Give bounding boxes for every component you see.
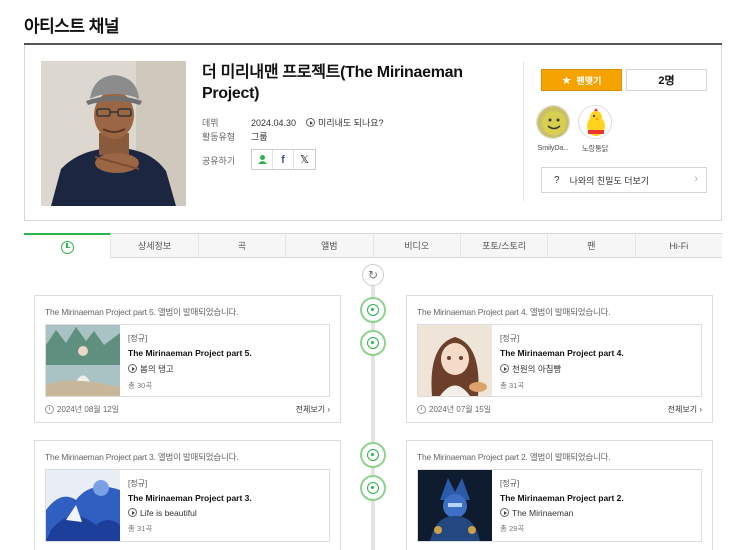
song-play-link[interactable]: Life is beautiful xyxy=(128,508,252,518)
friends-icon[interactable] xyxy=(252,150,273,169)
album-title: The Mirinaeman Project part 3. xyxy=(128,493,252,503)
view-all-link[interactable]: 전체보기 › xyxy=(296,404,330,415)
tab-videos[interactable]: 비디오 xyxy=(374,234,461,257)
card-headline: The Mirinaeman Project part 3. 앨범이 발매되었습… xyxy=(45,452,239,462)
timeline-node-icon xyxy=(360,330,386,356)
clock-icon xyxy=(45,404,54,414)
chicken-icon xyxy=(578,105,612,139)
play-icon xyxy=(500,364,509,373)
artist-name: 더 미리내맨 프로젝트(The Mirinaeman Project) xyxy=(202,64,463,102)
question-icon: ? xyxy=(554,174,560,186)
release-date: 2024년 08월 12일 xyxy=(45,404,119,415)
debut-song-play-link[interactable]: 미리내도 되나요? xyxy=(306,116,384,129)
more-friendship-label: 나와의 친밀도 더보기 xyxy=(569,175,650,186)
song-title: The Mirinaeman xyxy=(512,508,574,518)
song-title: 천원의 아침빵 xyxy=(512,364,562,374)
share-label: 공유하기 xyxy=(202,156,236,166)
clock-icon xyxy=(60,240,74,254)
timeline-card: The Mirinaeman Project part 5. 앨범이 발매되었습… xyxy=(34,295,341,423)
tab-albums[interactable]: 앨범 xyxy=(286,234,374,257)
album-cover xyxy=(46,470,120,541)
album-type: [정규] xyxy=(128,334,148,343)
album-cover xyxy=(418,325,492,396)
artist-profile: 더 미리내맨 프로젝트(The Mirinaeman Project) 데뷔 2… xyxy=(24,43,722,221)
page-title: 아티스트 채널 xyxy=(24,17,120,36)
release-date: 2024년 07월 15일 xyxy=(417,404,491,415)
fan-count: 2명 xyxy=(626,69,707,91)
debut-date: 2024.04.30 xyxy=(251,117,297,128)
timeline-card: The Mirinaeman Project part 2. 앨범이 발매되었습… xyxy=(406,440,713,550)
song-title: Life is beautiful xyxy=(140,508,197,518)
card-headline: The Mirinaeman Project part 2. 앨범이 발매되었습… xyxy=(417,452,611,462)
facebook-icon[interactable]: f xyxy=(273,150,294,169)
tab-fans[interactable]: 팬 xyxy=(548,234,636,257)
timeline-node-icon xyxy=(360,475,386,501)
timeline-card: The Mirinaeman Project part 4. 앨범이 발매되었습… xyxy=(406,295,713,423)
type-row: 활동유형 그룹 xyxy=(202,130,268,143)
album-title: The Mirinaeman Project part 4. xyxy=(500,348,624,358)
album-title: The Mirinaeman Project part 2. xyxy=(500,493,624,503)
chevron-right-icon: › xyxy=(694,173,698,185)
album-title: The Mirinaeman Project part 5. xyxy=(128,348,252,358)
song-play-link[interactable]: 봄의 탱고 xyxy=(128,363,252,375)
album-item[interactable]: [정규] The Mirinaeman Project part 4. 천원의 … xyxy=(417,324,702,397)
more-friendship-button[interactable]: ? 나와의 친밀도 더보기 › xyxy=(541,167,707,193)
timeline-node-icon xyxy=(360,442,386,468)
play-icon xyxy=(128,508,137,517)
album-type: [정규] xyxy=(500,479,520,488)
song-play-link[interactable]: 천원의 아침빵 xyxy=(500,363,624,375)
album-cover xyxy=(46,325,120,396)
badge-name: SmilyDa... xyxy=(537,143,569,152)
album-cover xyxy=(418,470,492,541)
play-icon xyxy=(128,364,137,373)
share-buttons: f 𝕏 xyxy=(251,149,316,170)
type-label: 활동유형 xyxy=(202,132,236,142)
artist-photo xyxy=(41,61,186,206)
card-headline: The Mirinaeman Project part 4. 앨범이 발매되었습… xyxy=(417,307,611,317)
fan-button[interactable]: ★ 팬맺기 xyxy=(541,69,622,91)
tab-photo-story[interactable]: 포토/스토리 xyxy=(461,234,549,257)
album-item[interactable]: [정규] The Mirinaeman Project part 5. 봄의 탱… xyxy=(45,324,330,397)
divider xyxy=(523,61,524,201)
track-count: 총 31곡 xyxy=(500,381,525,390)
badge-name: 노랑통닭 xyxy=(581,144,609,153)
play-icon xyxy=(500,508,509,517)
smiley-icon xyxy=(536,105,570,139)
badge-smilydays[interactable]: SmilyDa... xyxy=(534,105,572,152)
tab-timeline[interactable] xyxy=(24,233,112,259)
fan-button-label: 팬맺기 xyxy=(576,75,602,86)
refresh-icon[interactable]: ↻ xyxy=(362,264,384,286)
timeline-card: The Mirinaeman Project part 3. 앨범이 발매되었습… xyxy=(34,440,341,550)
track-count: 총 29곡 xyxy=(500,524,525,533)
share-row: 공유하기 xyxy=(202,154,251,167)
album-item[interactable]: [정규] The Mirinaeman Project part 2. The … xyxy=(417,469,702,542)
play-icon xyxy=(306,118,316,127)
debut-song: 미리내도 되나요? xyxy=(318,118,384,128)
card-headline: The Mirinaeman Project part 5. 앨범이 발매되었습… xyxy=(45,307,239,317)
tab-bar: 상세정보 곡 앨범 비디오 포토/스토리 팬 Hi-Fi xyxy=(24,233,722,259)
track-count: 총 30곡 xyxy=(128,381,153,390)
x-icon[interactable]: 𝕏 xyxy=(294,150,315,169)
song-play-link[interactable]: The Mirinaeman xyxy=(500,508,624,518)
track-count: 총 31곡 xyxy=(128,524,153,533)
badge-chicken[interactable]: 노랑통닭 xyxy=(576,105,614,154)
debut-label: 데뷔 xyxy=(202,118,219,128)
tab-songs[interactable]: 곡 xyxy=(199,234,287,257)
tab-details[interactable]: 상세정보 xyxy=(111,234,199,257)
tab-hifi[interactable]: Hi-Fi xyxy=(636,234,722,257)
divider xyxy=(24,43,722,45)
view-all-link[interactable]: 전체보기 › xyxy=(668,404,702,415)
song-title: 봄의 탱고 xyxy=(140,364,174,374)
timeline-line xyxy=(371,285,375,550)
album-type: [정규] xyxy=(500,334,520,343)
timeline-node-icon xyxy=(360,297,386,323)
type-value: 그룹 xyxy=(251,132,268,142)
clock-icon xyxy=(417,404,426,414)
album-type: [정규] xyxy=(128,479,148,488)
debut-row: 데뷔 2024.04.30 미리내도 되나요? xyxy=(202,116,384,129)
album-item[interactable]: [정규] The Mirinaeman Project part 3. Life… xyxy=(45,469,330,542)
star-icon: ★ xyxy=(561,74,572,87)
